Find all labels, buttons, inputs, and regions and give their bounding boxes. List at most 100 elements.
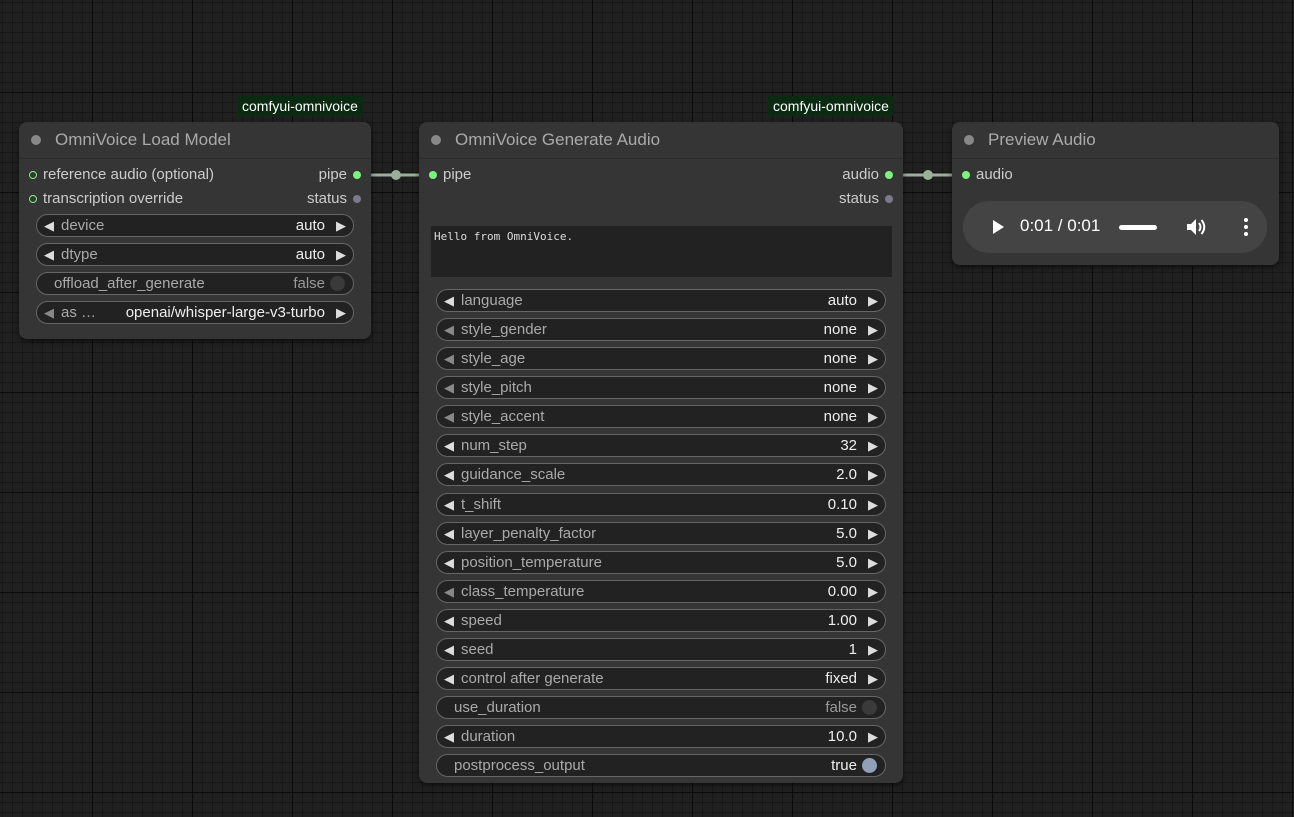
slot-dot-icon[interactable]: [353, 171, 361, 179]
increment-arrow-icon[interactable]: ▶: [868, 319, 878, 340]
decrement-arrow-icon[interactable]: ◀: [444, 494, 454, 515]
node-title-bar[interactable]: OmniVoice Load Model: [19, 122, 371, 159]
input-slot-transcription-override[interactable]: transcription override: [29, 189, 183, 209]
node-title-bar[interactable]: OmniVoice Generate Audio: [419, 122, 903, 159]
decrement-arrow-icon[interactable]: ◀: [444, 464, 454, 485]
node-title: Preview Audio: [988, 130, 1096, 149]
output-slot-status[interactable]: status: [839, 189, 893, 209]
decrement-arrow-icon[interactable]: ◀: [444, 726, 454, 747]
widget-style-pitch[interactable]: ◀ style_pitch none ▶: [436, 376, 886, 399]
decrement-arrow-icon[interactable]: ◀: [444, 290, 454, 311]
increment-arrow-icon[interactable]: ▶: [868, 290, 878, 311]
decrement-arrow-icon[interactable]: ◀: [444, 319, 454, 340]
audio-player[interactable]: 0:01 / 0:01: [963, 201, 1267, 253]
decrement-arrow-icon[interactable]: ◀: [44, 244, 54, 265]
toggle-widget-offload-after-generate[interactable]: offload_after_generate false: [36, 272, 354, 295]
widget-seed[interactable]: ◀ seed 1 ▶: [436, 638, 886, 661]
widget-value: fixed: [825, 670, 857, 687]
widget-style-gender[interactable]: ◀ style_gender none ▶: [436, 318, 886, 341]
toggle-knob-icon[interactable]: [330, 276, 345, 291]
widget-position-temperature[interactable]: ◀ position_temperature 5.0 ▶: [436, 551, 886, 574]
toggle-widget-postprocess-output[interactable]: postprocess_output true: [436, 754, 886, 777]
widget-label: style_accent: [461, 408, 545, 425]
widget-layer-penalty-factor[interactable]: ◀ layer_penalty_factor 5.0 ▶: [436, 522, 886, 545]
slot-dot-icon[interactable]: [29, 171, 37, 179]
node-title: OmniVoice Load Model: [55, 130, 231, 149]
decrement-arrow-icon[interactable]: ◀: [444, 406, 454, 427]
widget-language[interactable]: ◀ language auto ▶: [436, 289, 886, 312]
collapse-dot-icon[interactable]: [964, 135, 974, 145]
increment-arrow-icon[interactable]: ▶: [868, 639, 878, 660]
slot-dot-icon[interactable]: [885, 171, 893, 179]
widget-class-temperature[interactable]: ◀ class_temperature 0.00 ▶: [436, 580, 886, 603]
increment-arrow-icon[interactable]: ▶: [868, 494, 878, 515]
widget-style-age[interactable]: ◀ style_age none ▶: [436, 347, 886, 370]
increment-arrow-icon[interactable]: ▶: [868, 348, 878, 369]
slot-dot-icon[interactable]: [885, 195, 893, 203]
slot-label: status: [306, 190, 347, 207]
combo-widget-asr-model[interactable]: ◀ as … openai/whisper-large-v3-turbo ▶: [36, 301, 354, 324]
seek-bar[interactable]: [1119, 225, 1157, 230]
increment-arrow-icon[interactable]: ▶: [868, 406, 878, 427]
node-generate-audio[interactable]: OmniVoice Generate Audio pipe audio stat…: [419, 122, 903, 783]
toggle-knob-icon[interactable]: [862, 700, 877, 715]
output-slot-status[interactable]: status: [307, 189, 361, 209]
node-title-bar[interactable]: Preview Audio: [952, 122, 1279, 159]
decrement-arrow-icon[interactable]: ◀: [444, 668, 454, 689]
decrement-arrow-icon[interactable]: ◀: [44, 302, 54, 323]
widget-value: openai/whisper-large-v3-turbo: [125, 304, 325, 321]
node-preview-audio[interactable]: Preview Audio audio 0:01 / 0:01: [952, 122, 1279, 265]
widget-speed[interactable]: ◀ speed 1.00 ▶: [436, 609, 886, 632]
collapse-dot-icon[interactable]: [431, 135, 441, 145]
output-slot-audio[interactable]: audio: [842, 165, 893, 185]
decrement-arrow-icon[interactable]: ◀: [444, 581, 454, 602]
decrement-arrow-icon[interactable]: ◀: [444, 377, 454, 398]
slot-dot-icon[interactable]: [29, 195, 37, 203]
output-slot-pipe[interactable]: pipe: [319, 165, 361, 185]
decrement-arrow-icon[interactable]: ◀: [444, 639, 454, 660]
combo-widget-dtype[interactable]: ◀ dtype auto ▶: [36, 243, 354, 266]
increment-arrow-icon[interactable]: ▶: [868, 581, 878, 602]
input-slot-reference-audio[interactable]: reference audio (optional): [29, 165, 214, 185]
increment-arrow-icon[interactable]: ▶: [336, 244, 346, 265]
toggle-widget-use-duration[interactable]: use_duration false: [436, 696, 886, 719]
increment-arrow-icon[interactable]: ▶: [868, 668, 878, 689]
increment-arrow-icon[interactable]: ▶: [868, 552, 878, 573]
slot-dot-icon[interactable]: [429, 171, 437, 179]
decrement-arrow-icon[interactable]: ◀: [44, 215, 54, 236]
collapse-dot-icon[interactable]: [31, 135, 41, 145]
widget-duration[interactable]: ◀ duration 10.0 ▶: [436, 725, 886, 748]
decrement-arrow-icon[interactable]: ◀: [444, 523, 454, 544]
increment-arrow-icon[interactable]: ▶: [868, 377, 878, 398]
increment-arrow-icon[interactable]: ▶: [336, 215, 346, 236]
widget-t-shift[interactable]: ◀ t_shift 0.10 ▶: [436, 493, 886, 516]
play-icon[interactable]: [990, 219, 1006, 235]
input-slot-pipe[interactable]: pipe: [429, 165, 471, 185]
combo-widget-device[interactable]: ◀ device auto ▶: [36, 214, 354, 237]
decrement-arrow-icon[interactable]: ◀: [444, 435, 454, 456]
widget-control-after-generate[interactable]: ◀ control after generate fixed ▶: [436, 667, 886, 690]
increment-arrow-icon[interactable]: ▶: [868, 610, 878, 631]
widget-guidance-scale[interactable]: ◀ guidance_scale 2.0 ▶: [436, 463, 886, 486]
widget-value: 0.00: [827, 583, 857, 600]
slot-dot-icon[interactable]: [962, 171, 970, 179]
decrement-arrow-icon[interactable]: ◀: [444, 552, 454, 573]
decrement-arrow-icon[interactable]: ◀: [444, 610, 454, 631]
text-prompt-textarea[interactable]: Hello from OmniVoice.: [431, 226, 892, 277]
volume-icon[interactable]: [1185, 217, 1207, 237]
node-load-model[interactable]: OmniVoice Load Model reference audio (op…: [19, 122, 371, 339]
decrement-arrow-icon[interactable]: ◀: [444, 348, 454, 369]
increment-arrow-icon[interactable]: ▶: [868, 464, 878, 485]
slot-dot-icon[interactable]: [353, 195, 361, 203]
increment-arrow-icon[interactable]: ▶: [868, 435, 878, 456]
widget-value: 5.0: [836, 554, 857, 571]
widget-num-step[interactable]: ◀ num_step 32 ▶: [436, 434, 886, 457]
widget-label: as …: [61, 304, 97, 321]
increment-arrow-icon[interactable]: ▶: [868, 523, 878, 544]
more-options-icon[interactable]: [1242, 217, 1250, 237]
increment-arrow-icon[interactable]: ▶: [868, 726, 878, 747]
widget-style-accent[interactable]: ◀ style_accent none ▶: [436, 405, 886, 428]
input-slot-audio[interactable]: audio: [962, 165, 1013, 185]
toggle-knob-icon[interactable]: [862, 758, 877, 773]
increment-arrow-icon[interactable]: ▶: [336, 302, 346, 323]
